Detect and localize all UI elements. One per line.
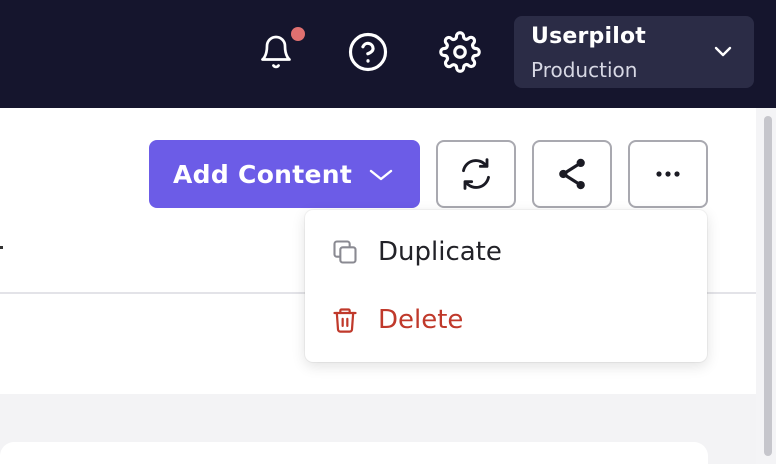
more-horizontal-icon <box>656 171 680 177</box>
duplicate-label: Duplicate <box>378 237 502 267</box>
delete-menu-item[interactable]: Delete <box>305 288 707 352</box>
environment-switcher[interactable]: Userpilot Production <box>514 16 754 88</box>
bell-icon <box>261 35 291 69</box>
chevron-down-icon <box>369 169 393 181</box>
content-card <box>0 442 708 464</box>
add-content-label: Add Content <box>173 159 353 189</box>
top-navigation-bar: Userpilot Production <box>0 0 776 108</box>
environment-label: Production <box>531 58 638 82</box>
notification-badge <box>291 27 305 41</box>
environment-name: Userpilot <box>531 24 646 49</box>
more-options-button[interactable] <box>628 140 708 208</box>
help-button[interactable] <box>346 30 390 74</box>
add-content-button[interactable]: Add Content <box>149 140 420 208</box>
truncated-text-fragment <box>0 246 3 249</box>
gear-icon <box>439 31 481 73</box>
share-icon <box>559 158 585 190</box>
scrollbar-thumb[interactable] <box>764 116 772 456</box>
chevron-down-icon <box>714 46 732 57</box>
delete-label: Delete <box>378 305 464 335</box>
duplicate-menu-item[interactable]: Duplicate <box>305 220 707 284</box>
copy-icon <box>331 238 359 266</box>
settings-button[interactable] <box>438 30 482 74</box>
help-circle-icon <box>348 32 388 72</box>
sync-icon <box>462 158 490 190</box>
sync-button[interactable] <box>436 140 516 208</box>
more-options-menu: Duplicate Delete <box>305 210 707 362</box>
share-button[interactable] <box>532 140 612 208</box>
trash-icon <box>331 306 359 334</box>
